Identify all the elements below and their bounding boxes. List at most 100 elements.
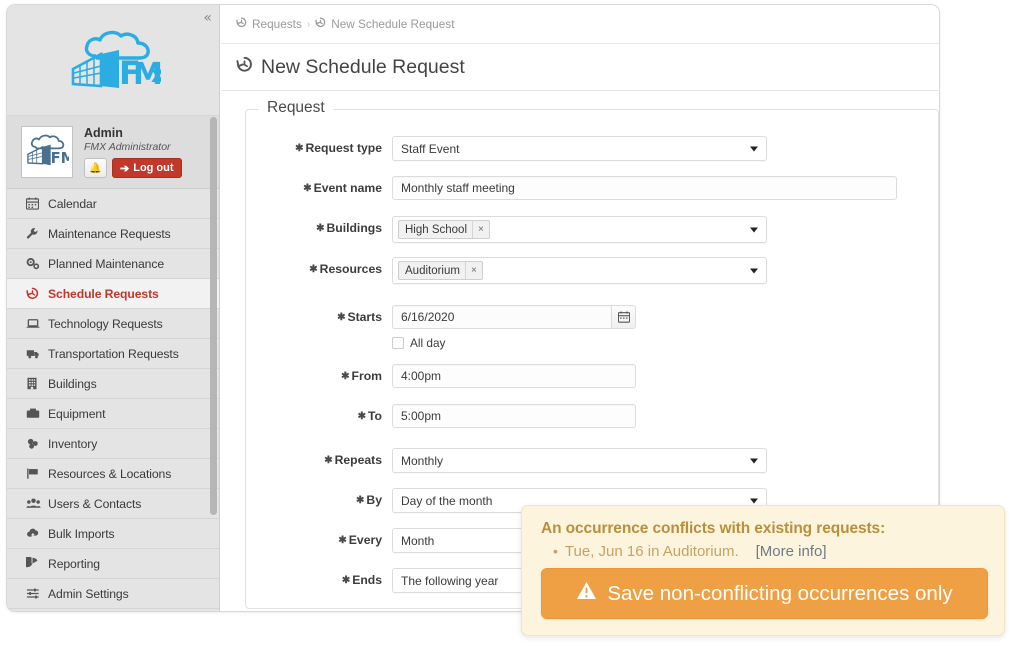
sidebar-item-label: Transportation Requests [48,347,179,361]
to-time-input[interactable]: 5:00pm [392,404,636,428]
label-text: Every [349,533,382,547]
sidebar-item-label: Bulk Imports [48,527,115,541]
sidebar-user-card: FMX Admin FMX Administrator 🔔 ➔ Log out [7,116,219,189]
buildings-multiselect[interactable]: High School × [392,216,767,243]
all-day-checkbox[interactable] [392,337,404,349]
user-actions: 🔔 ➔ Log out [84,158,182,178]
cloud-upload-icon [26,527,48,540]
user-name: Admin [84,126,182,140]
all-day-label: All day [410,336,445,350]
required-marker: ✱ [324,455,332,466]
sidebar-item-schedule-requests[interactable]: Schedule Requests [7,279,219,309]
breadcrumb-item-requests[interactable]: Requests [252,17,302,31]
label-text: Buildings [326,221,382,235]
breadcrumb: Requests › New Schedule Request [221,5,939,44]
resources-multiselect[interactable]: Auditorium × [392,257,767,284]
sidebar-logo-area: « [7,5,219,116]
save-non-conflicting-button[interactable]: Save non-conflicting occurrences only [541,568,988,619]
label-text: Resources [320,262,382,276]
field-row-buildings: ✱Buildings High School × [246,216,938,243]
label-text: By [366,493,382,507]
more-info-link[interactable]: [More info] [756,543,827,560]
sidebar-item-label: Planned Maintenance [48,257,164,271]
truck-icon [26,347,48,360]
all-day-row: All day [392,336,938,350]
history-icon [315,17,326,31]
to-time-value: 5:00pm [401,409,441,423]
page-title-bar: New Schedule Request [221,44,939,91]
every-value: Month [401,534,434,548]
sidebar-collapse-button[interactable]: « [203,11,212,25]
sidebar-nav: Calendar Maintenance Requests Planned Ma… [7,189,219,609]
conflict-title: An occurrence conflicts with existing re… [541,520,988,538]
label-text: To [368,409,382,423]
sidebar-item-buildings[interactable]: Buildings [7,369,219,399]
event-name-value: Monthly staff meeting [401,181,515,195]
history-icon [236,17,247,31]
logout-label: Log out [133,162,173,174]
sidebar-item-users-contacts[interactable]: Users & Contacts [7,489,219,519]
calendar-icon[interactable] [611,305,636,329]
close-icon[interactable]: × [472,221,489,238]
sidebar-item-transportation-requests[interactable]: Transportation Requests [7,339,219,369]
from-time-input[interactable]: 4:00pm [392,364,636,388]
field-row-event-name: ✱Event name Monthly staff meeting [246,176,938,202]
sliders-icon [26,587,48,600]
sidebar-item-admin-settings[interactable]: Admin Settings [7,579,219,609]
field-label-event-name: ✱Event name [246,176,392,202]
history-icon [236,56,253,78]
field-control: High School × [392,216,938,243]
pie-chart-icon [26,557,48,570]
save-button-label: Save non-conflicting occurrences only [607,582,952,606]
gears-icon [26,257,48,270]
repeats-select[interactable]: Monthly [392,448,767,473]
ends-value: The following year [401,574,498,588]
field-row-from: ✱From 4:00pm [246,364,938,390]
sidebar-item-resources-locations[interactable]: Resources & Locations [7,459,219,489]
avatar: FMX [21,126,73,178]
breadcrumb-separator: › [307,19,310,30]
sidebar-item-maintenance-requests[interactable]: Maintenance Requests [7,219,219,249]
event-name-input[interactable]: Monthly staff meeting [392,176,897,200]
starts-date-input[interactable]: 6/16/2020 [392,305,611,329]
sidebar-item-equipment[interactable]: Equipment [7,399,219,429]
laptop-icon [26,317,48,330]
conflict-item-text: Tue, Jun 16 in Auditorium. [565,543,739,560]
sidebar-item-label: Technology Requests [48,317,163,331]
sidebar-scrollbar-thumb[interactable] [210,117,217,515]
sidebar-item-label: Admin Settings [48,587,129,601]
sidebar-item-inventory[interactable]: Inventory [7,429,219,459]
sidebar-item-bulk-imports[interactable]: Bulk Imports [7,519,219,549]
sidebar-item-label: Resources & Locations [48,467,171,481]
cubes-icon [26,437,48,450]
field-label-from: ✱From [246,364,392,390]
logout-button[interactable]: ➔ Log out [112,158,182,178]
sidebar-item-label: Users & Contacts [48,497,141,511]
required-marker: ✱ [316,223,324,234]
label-text: Event name [314,181,382,195]
required-marker: ✱ [337,312,345,323]
required-marker: ✱ [341,371,349,382]
building-icon [26,377,48,390]
sidebar-item-planned-maintenance[interactable]: Planned Maintenance [7,249,219,279]
fieldset-legend: Request [259,99,333,117]
sidebar-item-calendar[interactable]: Calendar [7,189,219,219]
sidebar-item-label: Buildings [48,377,97,391]
breadcrumb-item-new-schedule-request[interactable]: New Schedule Request [331,17,454,31]
field-label-starts: ✱Starts [246,305,392,331]
fmx-logo-svg: F M X [65,28,161,94]
required-marker: ✱ [342,575,350,586]
field-label-repeats: ✱Repeats [246,448,392,474]
field-row-starts: ✱Starts 6/16/2020 [246,305,938,350]
sidebar-item-technology-requests[interactable]: Technology Requests [7,309,219,339]
bell-icon[interactable]: 🔔 [84,158,107,178]
user-meta: Admin FMX Administrator 🔔 ➔ Log out [84,126,182,179]
field-row-resources: ✱Resources Auditorium × [246,257,938,284]
history-icon [26,287,48,300]
chevron-down-icon [750,458,758,463]
repeats-value: Monthly [401,454,443,468]
required-marker: ✱ [309,264,317,275]
sidebar-item-reporting[interactable]: Reporting [7,549,219,579]
close-icon[interactable]: × [465,262,482,279]
request-type-select[interactable]: Staff Event [392,136,767,161]
